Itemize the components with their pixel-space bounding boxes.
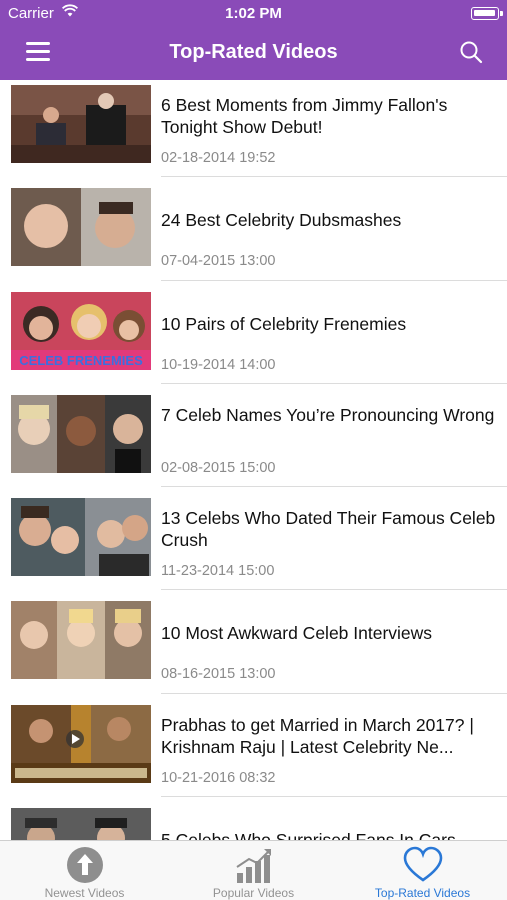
battery-icon — [471, 7, 503, 20]
row-divider — [161, 589, 507, 591]
video-date: 10-21-2016 08:32 — [161, 769, 276, 786]
video-row[interactable]: 24 Best Celebrity Dubsmashes 07-04-2015 … — [0, 183, 507, 286]
video-title[interactable]: 10 Pairs of Celebrity Frenemies — [161, 313, 501, 335]
search-icon[interactable] — [459, 40, 483, 69]
bar-chart-icon — [233, 845, 275, 885]
video-thumbnail[interactable] — [11, 601, 151, 680]
video-thumbnail[interactable] — [11, 808, 151, 840]
nav-bar: Top-Rated Videos — [0, 28, 507, 80]
tab-bar: Newest Videos Popular Videos Top-Rated V… — [0, 840, 507, 900]
video-row[interactable]: 7 Celeb Names You’re Pronouncing Wrong 0… — [0, 390, 507, 493]
row-divider — [161, 692, 507, 694]
video-date: 02-18-2014 19:52 — [161, 150, 276, 166]
status-time: 1:02 PM — [225, 5, 282, 22]
row-divider — [161, 796, 507, 798]
video-date: 07-04-2015 13:00 — [161, 253, 276, 270]
video-date: 02-08-2015 15:00 — [161, 459, 276, 476]
video-row[interactable]: 6 Best Moments from Jimmy Fallon's Tonig… — [0, 80, 507, 183]
video-thumbnail[interactable]: CELEB FRENEMIES — [11, 291, 151, 370]
row-divider — [161, 176, 507, 178]
video-date: 11-23-2014 15:00 — [161, 563, 275, 580]
video-date: 08-16-2015 13:00 — [161, 666, 276, 683]
thumbnail-caption: CELEB FRENEMIES — [19, 353, 143, 368]
row-divider — [161, 279, 507, 281]
tab-label: Newest Videos — [44, 886, 125, 900]
video-title[interactable]: 7 Celeb Names You’re Pronouncing Wrong — [161, 404, 501, 426]
video-title[interactable]: 5 Celebs Who Surprised Fans In Cars — [161, 829, 501, 840]
heart-icon — [402, 845, 444, 885]
status-bar: Carrier 1:02 PM — [0, 0, 507, 28]
row-divider — [161, 486, 507, 488]
row-divider — [161, 382, 507, 384]
video-list[interactable]: 6 Best Moments from Jimmy Fallon's Tonig… — [0, 80, 507, 840]
video-date: 10-19-2014 14:00 — [161, 356, 276, 373]
video-row[interactable]: 10 Most Awkward Celeb Interviews 08-16-2… — [0, 596, 507, 699]
tab-top-rated-videos[interactable]: Top-Rated Videos — [338, 841, 507, 900]
arrow-up-circle-icon — [64, 845, 106, 885]
video-thumbnail[interactable] — [11, 188, 151, 267]
video-row[interactable]: 13 Celebs Who Dated Their Famous Celeb C… — [0, 493, 507, 596]
video-title[interactable]: Prabhas to get Married in March 2017? | … — [161, 714, 501, 758]
tab-newest-videos[interactable]: Newest Videos — [0, 841, 169, 900]
video-title[interactable]: 13 Celebs Who Dated Their Famous Celeb C… — [161, 507, 501, 551]
page-title: Top-Rated Videos — [169, 41, 338, 63]
video-thumbnail[interactable] — [11, 85, 151, 163]
video-row[interactable]: 5 Celebs Who Surprised Fans In Cars — [0, 803, 507, 840]
video-row[interactable]: Prabhas to get Married in March 2017? | … — [0, 700, 507, 803]
tab-popular-videos[interactable]: Popular Videos — [169, 841, 338, 900]
video-title[interactable]: 10 Most Awkward Celeb Interviews — [161, 622, 501, 644]
tab-label: Top-Rated Videos — [374, 886, 471, 900]
video-title[interactable]: 24 Best Celebrity Dubsmashes — [161, 209, 501, 231]
video-thumbnail[interactable] — [11, 498, 151, 577]
video-row[interactable]: CELEB FRENEMIES 10 Pairs of Celebrity Fr… — [0, 287, 507, 390]
video-thumbnail[interactable] — [11, 704, 151, 783]
video-thumbnail[interactable] — [11, 394, 151, 473]
tab-label: Popular Videos — [212, 886, 295, 900]
video-title[interactable]: 6 Best Moments from Jimmy Fallon's Tonig… — [161, 94, 501, 138]
